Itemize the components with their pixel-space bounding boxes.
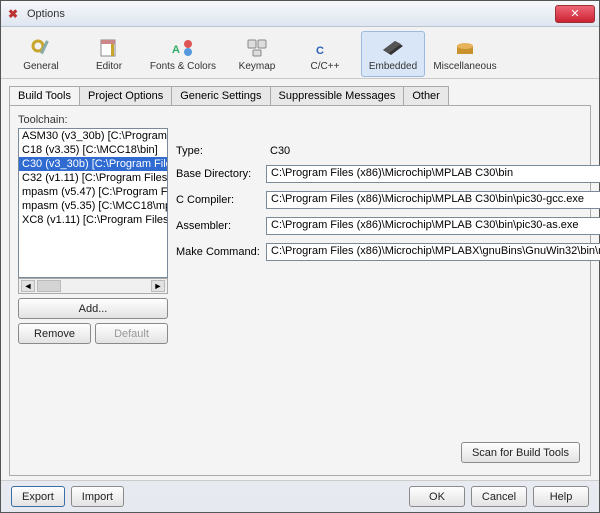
tab-suppressible-messages[interactable]: Suppressible Messages [270, 86, 405, 106]
toolchain-label: Toolchain: [18, 114, 168, 126]
category-label: Embedded [369, 61, 417, 72]
c-compiler-field[interactable]: C:\Program Files (x86)\Microchip\MPLAB C… [266, 191, 600, 209]
scan-build-tools-button[interactable]: Scan for Build Tools [461, 442, 580, 463]
category-label: Keymap [239, 61, 276, 72]
category-toolbar: General Editor A Fonts & Colors Keymap C… [1, 27, 599, 79]
list-item[interactable]: C18 (v3.35) [C:\MCC18\bin] [19, 143, 167, 157]
tab-other[interactable]: Other [403, 86, 449, 106]
svg-text:A: A [172, 44, 180, 56]
title-bar: ✖ Options ✕ [1, 1, 599, 27]
details-panel: Type: C30 Base Directory: C:\Program Fil… [176, 114, 600, 344]
default-button[interactable]: Default [95, 323, 168, 344]
window-title: Options [27, 8, 555, 20]
cancel-button[interactable]: Cancel [471, 486, 527, 507]
fonts-icon: A [171, 37, 195, 59]
assembler-label: Assembler: [176, 220, 260, 232]
make-command-field[interactable]: C:\Program Files (x86)\Microchip\MPLABX\… [266, 243, 600, 261]
client-area: Build Tools Project Options Generic Sett… [1, 79, 599, 480]
scroll-right-icon[interactable]: ► [151, 280, 165, 292]
tools-icon [29, 37, 53, 59]
list-item[interactable]: C32 (v1.11) [C:\Program Files (x86)\ [19, 171, 167, 185]
list-item[interactable]: mpasm (v5.47) [C:\Program Files (x8 [19, 185, 167, 199]
category-label: Fonts & Colors [150, 61, 216, 72]
category-label: Miscellaneous [433, 61, 496, 72]
list-item[interactable]: XC8 (v1.11) [C:\Program Files (x86)\ [19, 213, 167, 227]
type-value: C30 [266, 144, 294, 158]
cpp-icon: C [313, 37, 337, 59]
import-button[interactable]: Import [71, 486, 124, 507]
chip-icon [381, 37, 405, 59]
ok-button[interactable]: OK [409, 486, 465, 507]
c-compiler-label: C Compiler: [176, 194, 260, 206]
category-misc[interactable]: Miscellaneous [429, 31, 501, 77]
options-window: ✖ Options ✕ General Editor A Fonts & Col… [0, 0, 600, 513]
category-embedded[interactable]: Embedded [361, 31, 425, 77]
remove-button[interactable]: Remove [18, 323, 91, 344]
keymap-icon [245, 37, 269, 59]
category-label: Editor [96, 61, 122, 72]
category-fonts[interactable]: A Fonts & Colors [145, 31, 221, 77]
app-icon: ✖ [5, 6, 21, 22]
scroll-left-icon[interactable]: ◄ [21, 280, 35, 292]
editor-icon [97, 37, 121, 59]
export-button[interactable]: Export [11, 486, 65, 507]
toolchain-column: Toolchain: ASM30 (v3_30b) [C:\Program Fi… [18, 114, 168, 344]
base-directory-field[interactable]: C:\Program Files (x86)\Microchip\MPLAB C… [266, 165, 600, 183]
help-button[interactable]: Help [533, 486, 589, 507]
category-editor[interactable]: Editor [77, 31, 141, 77]
tab-build-tools[interactable]: Build Tools [9, 86, 80, 106]
list-item[interactable]: ASM30 (v3_30b) [C:\Program Files (x [19, 129, 167, 143]
base-directory-label: Base Directory: [176, 168, 260, 180]
list-item[interactable]: C30 (v3_30b) [C:\Program Files [19, 157, 167, 171]
list-item[interactable]: mpasm (v5.35) [C:\MCC18\mpasm] [19, 199, 167, 213]
make-command-label: Make Command: [176, 246, 260, 258]
tab-strip: Build Tools Project Options Generic Sett… [9, 85, 591, 105]
tab-project-options[interactable]: Project Options [79, 86, 172, 106]
dialog-footer: Export Import OK Cancel Help [1, 480, 599, 512]
horizontal-scrollbar[interactable]: ◄ ► [18, 278, 168, 294]
add-button[interactable]: Add... [18, 298, 168, 319]
category-label: C/C++ [311, 61, 340, 72]
tab-generic-settings[interactable]: Generic Settings [171, 86, 270, 106]
assembler-field[interactable]: C:\Program Files (x86)\Microchip\MPLAB C… [266, 217, 600, 235]
scroll-thumb[interactable] [37, 280, 61, 292]
category-general[interactable]: General [9, 31, 73, 77]
category-ccpp[interactable]: C C/C++ [293, 31, 357, 77]
misc-icon [453, 37, 477, 59]
svg-text:C: C [316, 45, 324, 57]
toolchain-list[interactable]: ASM30 (v3_30b) [C:\Program Files (x C18 … [18, 128, 168, 278]
close-button[interactable]: ✕ [555, 5, 595, 23]
tab-content: Toolchain: ASM30 (v3_30b) [C:\Program Fi… [9, 105, 591, 476]
type-label: Type: [176, 145, 260, 157]
category-label: General [23, 61, 59, 72]
category-keymap[interactable]: Keymap [225, 31, 289, 77]
